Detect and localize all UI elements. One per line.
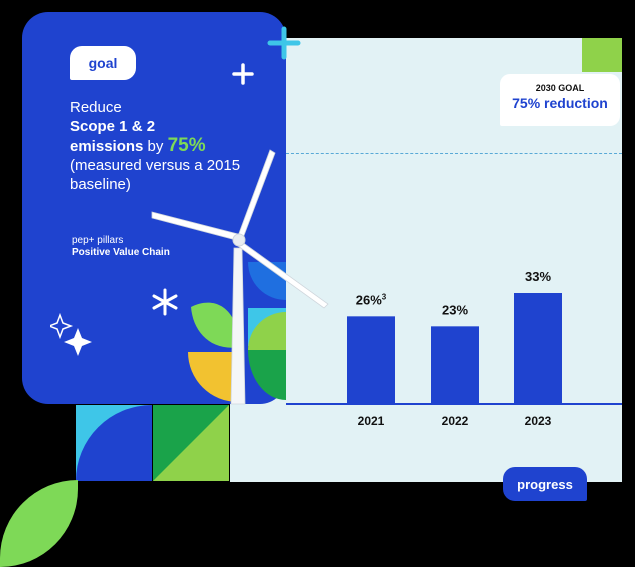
x-tick-label: 2022 <box>442 414 469 428</box>
bar-value-label: 33% <box>525 269 551 284</box>
bar-2022 <box>431 326 479 403</box>
bar-2023 <box>514 293 562 403</box>
x-tick-label: 2023 <box>525 414 552 428</box>
bar-value-label: 26%3 <box>356 292 387 307</box>
bar-2021 <box>347 316 395 403</box>
chart-baseline <box>286 403 622 405</box>
bar-value-label: 23% <box>442 302 468 317</box>
x-tick-label: 2021 <box>358 414 385 428</box>
progress-badge: progress <box>503 467 587 501</box>
